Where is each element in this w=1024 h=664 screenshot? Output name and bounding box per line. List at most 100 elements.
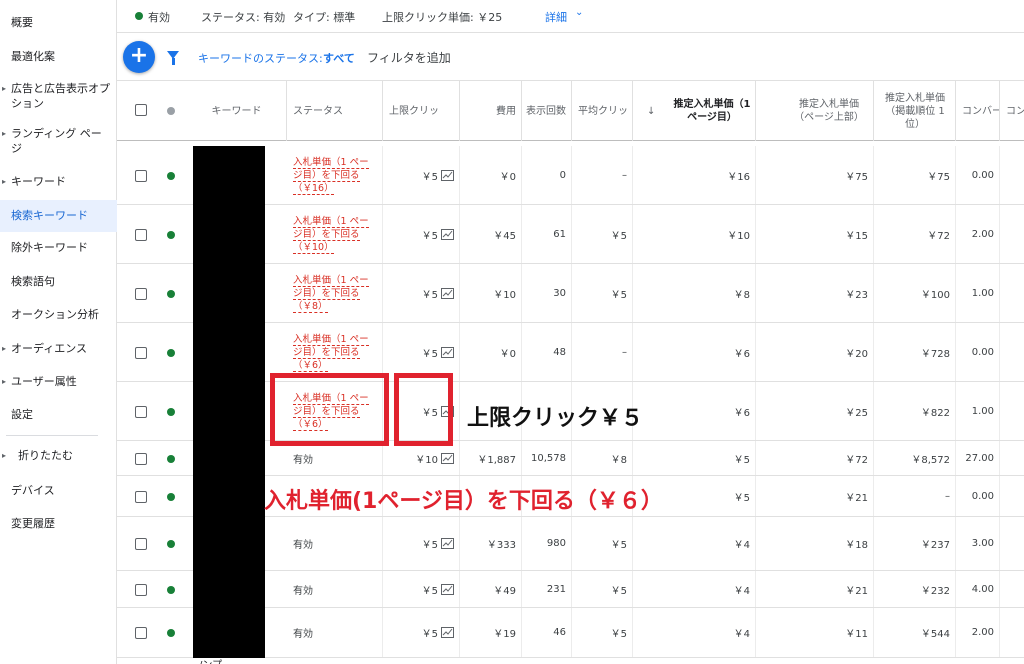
header-impressions[interactable]: 表示回数 <box>522 81 572 141</box>
row-checkbox[interactable] <box>135 287 147 300</box>
header-top-page-bid-label: 推定入札単価（ページ上部） <box>794 99 864 123</box>
bid-simulator-chart-icon[interactable] <box>441 538 454 549</box>
status-below-first-page-bid[interactable]: 入札単価（1 ペー ジ目）を下回る （￥10） <box>287 215 369 254</box>
header-first-page-bid[interactable]: ↓ 推定入札単価（1ページ目） <box>633 81 756 141</box>
cell-max-cpc[interactable]: ￥5 <box>383 146 460 204</box>
header-top-page-bid[interactable]: 推定入札単価（ページ上部） <box>756 81 874 141</box>
filter-icon[interactable] <box>167 51 179 65</box>
sidebar-item-negative-keywords[interactable]: 除外キーワード <box>0 240 117 255</box>
cell-value: ￥0 <box>499 171 516 183</box>
row-checkbox[interactable] <box>135 346 147 359</box>
header-avg-cpc[interactable]: 平均クリッ <box>572 81 633 141</box>
status-eligible: 有効 <box>293 540 313 551</box>
sort-desc-icon[interactable]: ↓ <box>647 105 655 118</box>
cell-value: ￥20 <box>845 348 868 360</box>
cell-top-page: ￥18 <box>756 517 874 570</box>
cell-value: ￥5 <box>421 348 438 360</box>
status-line: ジ目）を下回る <box>293 287 360 300</box>
bid-simulator-chart-icon[interactable] <box>441 627 454 638</box>
cell-value: ￥5 <box>421 230 438 242</box>
header-first-position-bid[interactable]: 推定入札単価（掲載順位 1 位） <box>874 81 956 141</box>
bid-simulator-chart-icon[interactable] <box>441 228 454 240</box>
add-filter-link[interactable]: フィルタを追加 <box>367 49 451 66</box>
status-line: ジ目）を下回る <box>293 169 360 182</box>
sidebar-item-search-keywords[interactable]: 検索キーワード <box>0 200 117 232</box>
filter-chip-label[interactable]: キーワードのステータス: <box>198 50 323 66</box>
sidebar-item-devices[interactable]: デバイス <box>0 483 117 498</box>
header-conversions-label: コンバー <box>962 105 1000 117</box>
cell-max-cpc[interactable]: ￥5 <box>383 264 460 322</box>
cell-first-pos: ￥544 <box>874 608 956 657</box>
bid-simulator-chart-icon[interactable] <box>441 346 454 358</box>
sidebar-item-audiences[interactable]: オーディエンス <box>0 341 117 356</box>
row-checkbox[interactable] <box>135 452 147 465</box>
cell-conv: 3.00 <box>956 517 1000 570</box>
row-checkbox[interactable] <box>135 490 147 503</box>
sidebar-item-overview[interactable]: 概要 <box>0 15 117 30</box>
sidebar-item-recommendations[interactable]: 最適化案 <box>0 49 117 64</box>
sidebar-item-ads[interactable]: 広告と広告表示オプション <box>0 81 112 111</box>
bid-simulator-chart-icon[interactable] <box>441 452 454 464</box>
cell-max-cpc[interactable]: ￥10 <box>383 441 460 475</box>
details-link[interactable]: 詳細 <box>545 9 567 25</box>
bid-simulator-chart-icon[interactable] <box>441 169 454 181</box>
sidebar-item-change-history[interactable]: 変更履歴 <box>0 516 117 531</box>
header-cost[interactable]: 費用 <box>460 81 522 141</box>
header-max-cpc[interactable]: 上限クリッ <box>383 81 460 141</box>
cell-value: ￥18 <box>845 540 868 551</box>
cell-value: ￥45 <box>493 230 516 242</box>
enabled-status-dot <box>167 585 175 594</box>
header-keyword[interactable]: キーワード <box>187 81 287 141</box>
bid-simulator-chart-icon[interactable] <box>441 287 454 299</box>
enabled-status-dot <box>167 230 175 239</box>
cell-impressions: 231 <box>522 571 572 607</box>
status-below-first-page-bid[interactable]: 入札単価（1 ペー ジ目）を下回る （￥8） <box>287 274 369 313</box>
cell-value: 46 <box>553 627 566 638</box>
header-more-label: コン <box>1006 105 1024 117</box>
row-checkbox[interactable] <box>135 538 147 550</box>
status-line: 入札単価（1 ペー <box>293 274 369 287</box>
enabled-status-dot <box>167 540 175 548</box>
header-status[interactable]: ステータス <box>287 81 383 141</box>
status-below-first-page-bid[interactable]: 入札単価（1 ペー ジ目）を下回る （￥16） <box>287 156 369 195</box>
cell-max-cpc[interactable]: ￥5 <box>383 571 460 607</box>
filter-chip-value[interactable]: すべて <box>323 50 355 66</box>
chevron-down-icon[interactable]: ⌄ <box>575 7 583 18</box>
row-checkbox[interactable] <box>135 627 147 639</box>
sidebar-item-collapse[interactable]: 折りたたむ <box>0 448 117 463</box>
add-keyword-button[interactable]: + <box>123 41 155 73</box>
type-text: タイプ: 標準 <box>293 11 356 24</box>
sidebar-item-search-terms[interactable]: 検索語句 <box>0 274 117 289</box>
status-below-first-page-bid[interactable]: 入札単価（1 ペー ジ目）を下回る （￥6） <box>287 333 369 372</box>
enabled-status-dot <box>167 348 175 357</box>
cell-max-cpc[interactable]: ￥5 <box>383 205 460 263</box>
cell-more <box>1000 608 1024 657</box>
cell-value: – <box>622 346 627 358</box>
row-checkbox[interactable] <box>135 228 147 241</box>
sidebar-item-keywords[interactable]: キーワード <box>0 174 117 189</box>
cell-avg-cpc: ￥5 <box>572 608 633 657</box>
cell-value: 48 <box>553 346 566 358</box>
select-all-checkbox[interactable] <box>135 104 147 116</box>
cell-value: ￥19 <box>493 629 516 640</box>
row-checkbox[interactable] <box>135 583 147 596</box>
cell-max-cpc[interactable]: ￥5 <box>383 517 460 570</box>
sidebar-item-demographics[interactable]: ユーザー属性 <box>0 374 117 389</box>
cell-value: ￥1,887 <box>477 454 516 466</box>
cell-avg-cpc: ￥5 <box>572 264 633 322</box>
sidebar-item-landing-pages[interactable]: ランディング ページ <box>0 126 112 156</box>
bid-simulator-chart-icon[interactable] <box>441 583 454 595</box>
status-cell: 有効 <box>287 517 383 570</box>
header-more[interactable]: コン <box>1000 81 1024 141</box>
header-conversions[interactable]: コンバー <box>956 81 1000 141</box>
row-checkbox[interactable] <box>135 169 147 182</box>
cell-value: 30 <box>553 287 566 299</box>
sidebar-item-settings[interactable]: 設定 <box>0 407 117 422</box>
status-text: ステータス: 有効 <box>201 11 286 24</box>
cell-value: ￥8 <box>733 289 750 301</box>
cell-max-cpc[interactable]: ￥5 <box>383 608 460 657</box>
sidebar-item-auction-insights[interactable]: オークション分析 <box>0 307 117 322</box>
sidebar: 概要 最適化案 広告と広告表示オプション ランディング ページ キーワード 検索… <box>0 0 117 664</box>
cell-more <box>1000 264 1024 322</box>
row-checkbox[interactable] <box>135 405 147 418</box>
